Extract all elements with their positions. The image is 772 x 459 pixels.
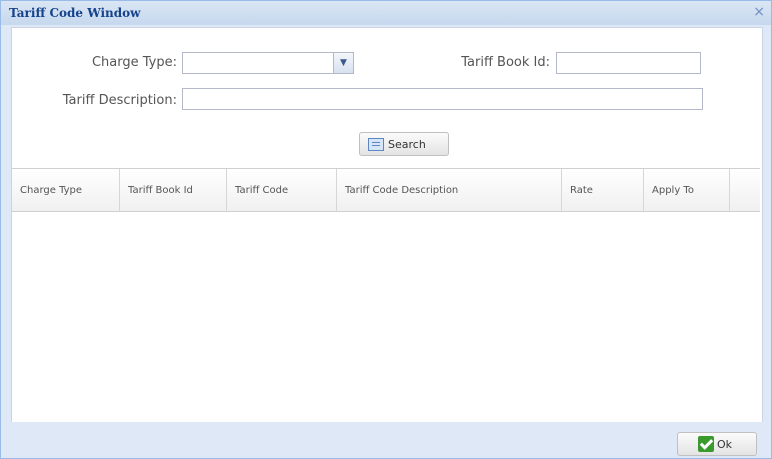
chevron-down-icon[interactable]: ▼: [333, 53, 353, 73]
column-header-tariff-code-description[interactable]: Tariff Code Description: [337, 169, 562, 211]
tariff-description-input[interactable]: [182, 88, 703, 110]
search-icon: [368, 137, 384, 151]
column-header-charge-type[interactable]: Charge Type: [12, 169, 120, 211]
tariff-book-id-input[interactable]: [556, 52, 701, 74]
check-icon: [698, 436, 714, 452]
window-title: Tariff Code Window: [9, 6, 141, 20]
search-button[interactable]: Search: [359, 132, 449, 156]
column-header-spacer: [730, 169, 760, 211]
close-icon[interactable]: ×: [753, 4, 765, 20]
charge-type-label: Charge Type:: [91, 55, 177, 70]
tariff-grid: Charge Type Tariff Book Id Tariff Code T…: [12, 168, 760, 422]
ok-button[interactable]: Ok: [677, 432, 757, 456]
title-bar[interactable]: Tariff Code Window ×: [1, 1, 771, 25]
tariff-code-window: Tariff Code Window × Charge Type: ▼ Tari…: [0, 0, 772, 459]
column-header-tariff-book-id[interactable]: Tariff Book Id: [120, 169, 227, 211]
column-header-tariff-code[interactable]: Tariff Code: [227, 169, 337, 211]
window-footer: Ok: [1, 422, 771, 458]
charge-type-combobox[interactable]: ▼: [182, 52, 354, 74]
tariff-description-label: Tariff Description:: [62, 93, 177, 108]
tariff-book-id-label: Tariff Book Id:: [461, 55, 550, 70]
ok-button-label: Ok: [717, 437, 733, 451]
search-button-label: Search: [388, 137, 426, 151]
form-panel: Charge Type: ▼ Tariff Book Id: Tariff De…: [11, 27, 763, 423]
column-header-apply-to[interactable]: Apply To: [644, 169, 730, 211]
column-header-rate[interactable]: Rate: [562, 169, 644, 211]
grid-header: Charge Type Tariff Book Id Tariff Code T…: [12, 168, 760, 212]
grid-body[interactable]: [12, 212, 760, 422]
